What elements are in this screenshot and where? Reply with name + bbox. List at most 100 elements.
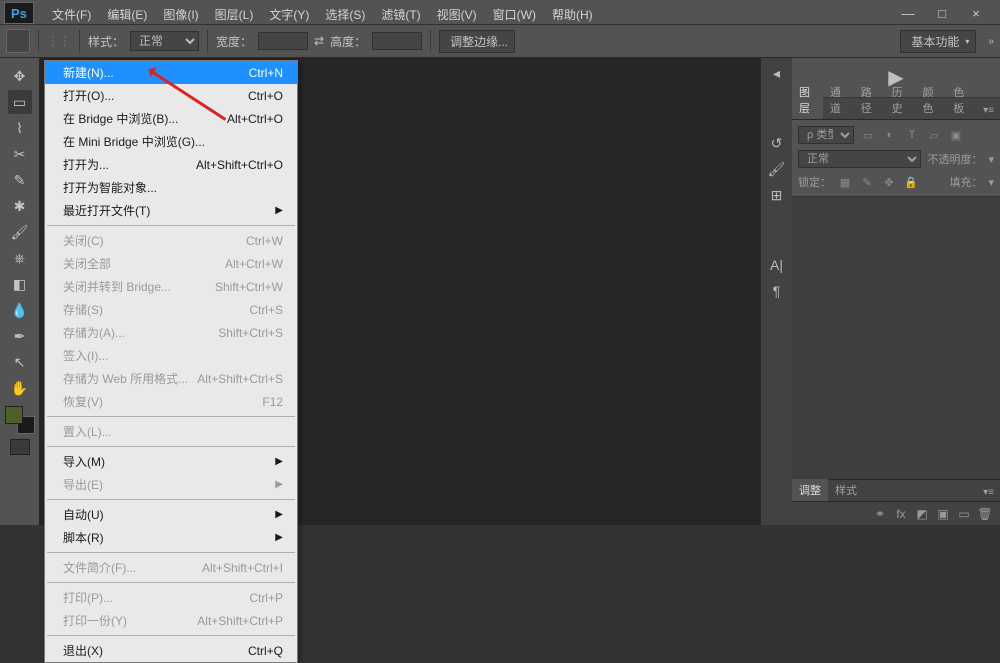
layer-style-icon[interactable]: fx (892, 505, 910, 523)
file-menu-item-30[interactable]: 退出(X)Ctrl+Q (45, 639, 297, 662)
opacity-dropdown-icon[interactable]: ▾ (988, 153, 994, 166)
style-select[interactable]: 正常 (130, 31, 199, 51)
file-menu-item-5[interactable]: 打开为智能对象... (45, 176, 297, 199)
lock-transparent-icon[interactable]: ▦ (837, 174, 853, 190)
blend-mode-select[interactable]: 正常 (798, 150, 921, 168)
brush-tool[interactable]: 🖌 (8, 220, 32, 244)
menu-9[interactable]: 帮助(H) (544, 4, 601, 25)
menu-7[interactable]: 视图(V) (429, 4, 485, 25)
file-menu-item-25: 文件简介(F)...Alt+Shift+Ctrl+I (45, 556, 297, 579)
menu-separator (47, 446, 295, 447)
menu-separator (47, 582, 295, 583)
file-menu-item-4[interactable]: 打开为...Alt+Shift+Ctrl+O (45, 153, 297, 176)
lock-position-icon[interactable]: ✥ (881, 174, 897, 190)
refine-edge-button[interactable]: 调整边缘... (439, 30, 515, 53)
close-button[interactable]: × (964, 4, 988, 22)
file-menu-item-19[interactable]: 导入(M)▶ (45, 450, 297, 473)
marquee-tool[interactable]: ▭ (8, 90, 32, 114)
history-icon[interactable]: ↺ (766, 132, 788, 154)
file-menu-item-11: 存储(S)Ctrl+S (45, 298, 297, 321)
heal-tool[interactable]: ✱ (8, 194, 32, 218)
app-logo: Ps (4, 2, 34, 24)
character-icon[interactable]: A| (766, 254, 788, 276)
file-menu-item-14: 存储为 Web 所用格式...Alt+Shift+Ctrl+S (45, 367, 297, 390)
file-menu-item-27: 打印(P)...Ctrl+P (45, 586, 297, 609)
file-menu-item-22[interactable]: 自动(U)▶ (45, 503, 297, 526)
expand-icon[interactable]: ◂ (766, 62, 788, 84)
bottom-tab-样式[interactable]: 样式 (828, 479, 864, 501)
bottom-tab-调整[interactable]: 调整 (792, 479, 828, 501)
gradient-tool[interactable]: ◧ (8, 272, 32, 296)
maximize-button[interactable]: □ (930, 4, 954, 22)
menu-0[interactable]: 文件(F) (44, 4, 99, 25)
bottom-panel-menu-icon[interactable]: ▾≡ (977, 484, 1000, 501)
current-tool-icon[interactable] (6, 29, 30, 53)
file-menu-item-9: 关闭全部Alt+Ctrl+W (45, 252, 297, 275)
layers-list[interactable] (792, 197, 1000, 479)
filter-smart-icon[interactable]: ▣ (948, 127, 964, 143)
brush-presets-icon[interactable]: 🖌 (766, 158, 788, 180)
menu-4[interactable]: 文字(Y) (261, 4, 317, 25)
pen-tool[interactable]: ✒ (8, 324, 32, 348)
file-menu-item-1[interactable]: 打开(O)...Ctrl+O (45, 84, 297, 107)
paragraph-icon[interactable]: ¶ (766, 280, 788, 302)
color-swatches[interactable] (5, 406, 35, 434)
file-menu-item-17: 置入(L)... (45, 420, 297, 443)
collapse-icon[interactable]: » (988, 36, 994, 47)
new-layer-icon[interactable]: ▭ (955, 505, 973, 523)
file-menu-item-12: 存储为(A)...Shift+Ctrl+S (45, 321, 297, 344)
file-menu-dropdown: 新建(N)...Ctrl+N打开(O)...Ctrl+O在 Bridge 中浏览… (44, 60, 298, 663)
link-layers-icon[interactable]: ⚭ (871, 505, 889, 523)
properties-icon[interactable]: ⊞ (766, 184, 788, 206)
move-tool[interactable]: ✥ (8, 64, 32, 88)
panel-tab-历史[interactable]: 历史 (885, 81, 916, 119)
new-group-icon[interactable]: ▣ (934, 505, 952, 523)
stamp-tool[interactable]: ⎈ (8, 246, 32, 270)
panel-tab-颜色[interactable]: 颜色 (915, 81, 946, 119)
eyedropper-tool[interactable]: ✎ (8, 168, 32, 192)
filter-shape-icon[interactable]: ▱ (926, 127, 942, 143)
fill-dropdown-icon[interactable]: ▾ (988, 176, 994, 189)
delete-layer-icon[interactable]: 🗑 (976, 505, 994, 523)
workspace-switcher[interactable]: 基本功能▾ (900, 30, 976, 53)
file-menu-item-20: 导出(E)▶ (45, 473, 297, 496)
menu-3[interactable]: 图层(L) (207, 4, 262, 25)
hand-tool[interactable]: ✋ (8, 376, 32, 400)
canvas-area: 新建(N)...Ctrl+N打开(O)...Ctrl+O在 Bridge 中浏览… (40, 58, 760, 525)
filter-image-icon[interactable]: ▭ (860, 127, 876, 143)
crop-tool[interactable]: ✂ (8, 142, 32, 166)
blur-tool[interactable]: 💧 (8, 298, 32, 322)
lasso-tool[interactable]: ⌇ (8, 116, 32, 140)
fg-color[interactable] (5, 406, 23, 424)
file-menu-item-6[interactable]: 最近打开文件(T)▶ (45, 199, 297, 222)
panel-tab-图层[interactable]: 图层 (792, 81, 823, 119)
file-menu-item-23[interactable]: 脚本(R)▶ (45, 526, 297, 549)
panel-tab-通道[interactable]: 通道 (823, 81, 854, 119)
width-input[interactable] (258, 32, 308, 50)
file-menu-item-0[interactable]: 新建(N)...Ctrl+N (45, 61, 297, 84)
lock-paint-icon[interactable]: ✎ (859, 174, 875, 190)
menu-1[interactable]: 编辑(E) (99, 4, 155, 25)
filter-adjust-icon[interactable]: ◐ (882, 127, 898, 143)
panel-tab-色板[interactable]: 色板 (946, 81, 977, 119)
quickmask-toggle[interactable] (10, 439, 30, 455)
swap-icon[interactable]: ⇄ (314, 34, 324, 48)
height-input[interactable] (372, 32, 422, 50)
file-menu-item-3[interactable]: 在 Mini Bridge 中浏览(G)... (45, 130, 297, 153)
lock-all-icon[interactable]: 🔒 (903, 174, 919, 190)
minimize-button[interactable]: — (896, 4, 920, 22)
file-menu-item-13: 签入(I)... (45, 344, 297, 367)
menu-2[interactable]: 图像(I) (155, 4, 206, 25)
layer-mask-icon[interactable]: ◩ (913, 505, 931, 523)
panel-tab-路径[interactable]: 路径 (854, 81, 885, 119)
filter-type-icon[interactable]: T (904, 127, 920, 143)
menu-6[interactable]: 滤镜(T) (373, 4, 428, 25)
file-menu-item-2[interactable]: 在 Bridge 中浏览(B)...Alt+Ctrl+O (45, 107, 297, 130)
panel-menu-icon[interactable]: ▾≡ (977, 102, 1000, 119)
menu-8[interactable]: 窗口(W) (485, 4, 544, 25)
menu-5[interactable]: 选择(S) (317, 4, 373, 25)
opacity-label: 不透明度： (927, 151, 982, 167)
arrow-tool[interactable]: ↖ (8, 350, 32, 374)
layer-kind-filter[interactable]: ρ 类型 (798, 126, 854, 144)
tools-panel: ✥ ▭ ⌇ ✂ ✎ ✱ 🖌 ⎈ ◧ 💧 ✒ ↖ ✋ (0, 58, 40, 525)
